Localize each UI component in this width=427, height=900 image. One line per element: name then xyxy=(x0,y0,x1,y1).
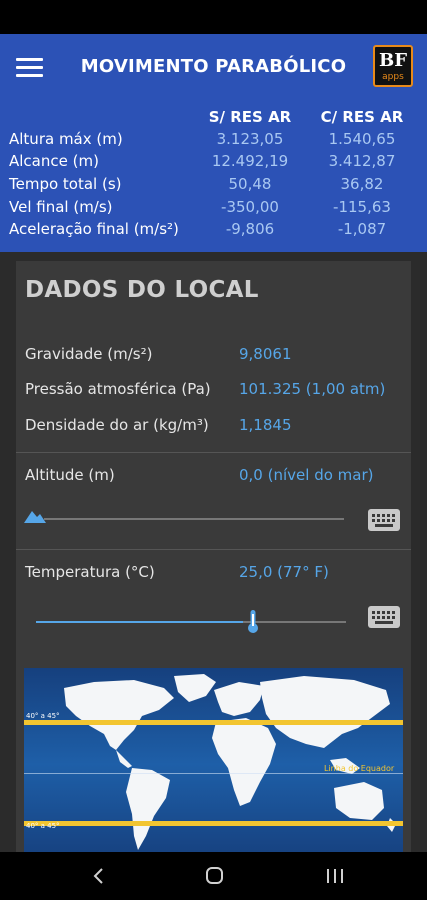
temperature-slider-fill xyxy=(36,621,243,623)
total-time-no-air: 50,48 xyxy=(228,175,272,193)
row-label-max-height: Altura máx (m) xyxy=(9,130,123,148)
home-icon[interactable] xyxy=(199,864,229,888)
world-map-image: 40° a 45° 40° a 45° Linha do Equador xyxy=(24,674,403,850)
pressure-label: Pressão atmosférica (Pa) xyxy=(25,380,211,398)
range-with-air: 3.412,87 xyxy=(328,152,396,170)
altitude-keyboard-icon[interactable] xyxy=(368,509,400,531)
altitude-slider-track xyxy=(44,518,344,520)
gravity-label: Gravidade (m/s²) xyxy=(25,345,153,363)
row-label-final-acceleration: Aceleração final (m/s²) xyxy=(9,220,179,238)
equator-line xyxy=(24,773,403,774)
final-velocity-with-air: -115,63 xyxy=(333,198,391,216)
recent-apps-icon[interactable] xyxy=(320,864,350,888)
altitude-value[interactable]: 0,0 (nível do mar) xyxy=(239,466,373,484)
altitude-label: Altitude (m) xyxy=(25,466,115,484)
temperature-slider[interactable] xyxy=(36,610,346,634)
mountain-icon[interactable] xyxy=(24,509,46,523)
north-latitude-band xyxy=(24,720,403,725)
equator-label: Linha do Equador xyxy=(324,764,395,773)
world-map[interactable]: 40° a 45° 40° a 45° Linha do Equador xyxy=(24,668,403,861)
card-title: DADOS DO LOCAL xyxy=(25,277,259,303)
max-height-with-air: 1.540,65 xyxy=(328,130,396,148)
max-height-no-air: 3.123,05 xyxy=(216,130,284,148)
divider xyxy=(16,549,411,550)
thermometer-icon[interactable] xyxy=(247,610,259,634)
air-density-label: Densidade do ar (kg/m³) xyxy=(25,416,209,434)
system-nav-bar xyxy=(0,852,427,900)
back-icon[interactable] xyxy=(84,864,114,888)
pressure-value[interactable]: 101.325 (1,00 atm) xyxy=(239,380,385,398)
row-label-total-time: Tempo total (s) xyxy=(9,175,122,193)
south-latitude-band xyxy=(24,821,403,826)
final-acceleration-no-air: -9,806 xyxy=(225,220,275,238)
row-label-range: Alcance (m) xyxy=(9,152,99,170)
local-data-card: DADOS DO LOCAL Gravidade (m/s²) 9,8061 P… xyxy=(16,261,411,861)
altitude-slider[interactable] xyxy=(24,509,346,529)
south-band-label: 40° a 45° xyxy=(26,822,60,830)
status-bar xyxy=(0,0,427,34)
range-no-air: 12.492,19 xyxy=(211,152,289,170)
app-header: MOVIMENTO PARABÓLICO BF apps S/ RES AR C… xyxy=(0,34,427,252)
air-density-value: 1,1845 xyxy=(239,416,292,434)
row-label-final-velocity: Vel final (m/s) xyxy=(9,198,113,216)
divider xyxy=(16,452,411,453)
app-title: MOVIMENTO PARABÓLICO xyxy=(80,56,347,77)
final-acceleration-with-air: -1,087 xyxy=(337,220,387,238)
north-band-label: 40° a 45° xyxy=(26,712,60,720)
temperature-value[interactable]: 25,0 (77° F) xyxy=(239,563,329,581)
column-header-with-air: C/ RES AR xyxy=(320,108,404,126)
bf-apps-logo[interactable]: BF apps xyxy=(373,45,413,87)
temperature-keyboard-icon[interactable] xyxy=(368,606,400,628)
column-header-no-air: S/ RES AR xyxy=(208,108,292,126)
final-velocity-no-air: -350,00 xyxy=(221,198,279,216)
gravity-value[interactable]: 9,8061 xyxy=(239,345,292,363)
total-time-with-air: 36,82 xyxy=(340,175,384,193)
temperature-label: Temperatura (°C) xyxy=(25,563,155,581)
